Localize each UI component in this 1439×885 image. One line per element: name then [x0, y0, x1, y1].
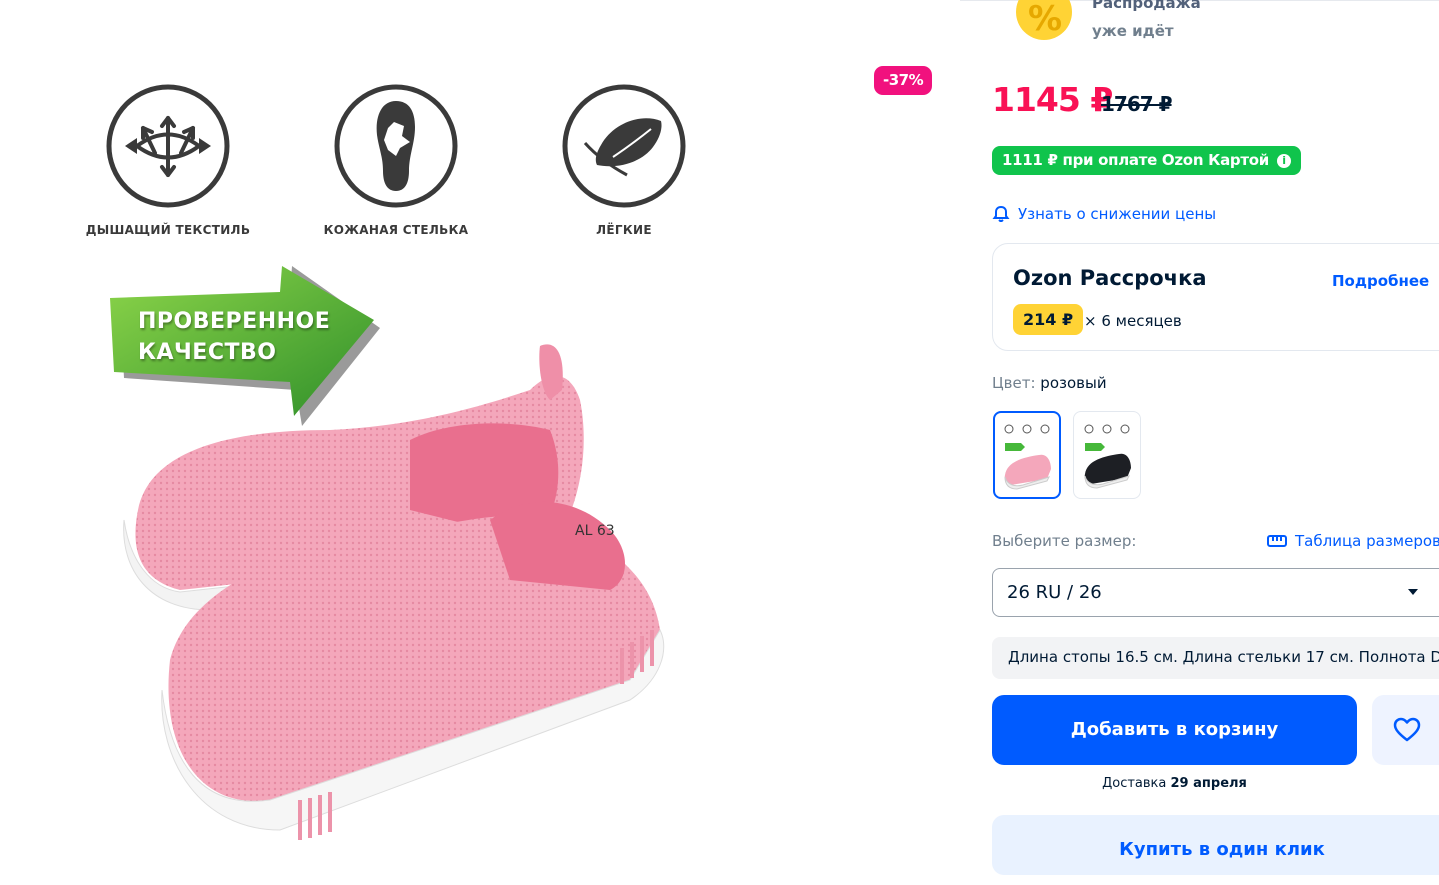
- favorite-button[interactable]: [1372, 695, 1439, 765]
- color-option-pink[interactable]: [993, 411, 1061, 499]
- shoe-print-text: AL 63: [575, 523, 615, 539]
- insole-icon: [334, 84, 458, 208]
- size-info-box: Длина стопы 16.5 см. Длина стельки 17 см…: [992, 637, 1439, 679]
- ozon-card-price-badge[interactable]: 1111 ₽ при оплате Ozon Картой i: [992, 146, 1301, 175]
- delivery-date: 29 апреля: [1170, 776, 1247, 791]
- ruler-icon: [1267, 535, 1287, 547]
- feature-leather-insole: КОЖАНАЯ СТЕЛЬКА: [311, 83, 481, 237]
- installment-title: Ozon Рассрочка: [1013, 266, 1207, 290]
- delivery-prefix: Доставка: [1102, 776, 1167, 791]
- price-drop-label: Узнать о снижении цены: [1018, 205, 1217, 223]
- feature-lightweight: ЛЁГКИЕ: [539, 83, 709, 237]
- installment-monthly-badge: 214 ₽: [1013, 304, 1084, 335]
- color-value: розовый: [1040, 374, 1107, 392]
- ozon-card-price-text: 1111 ₽ при оплате Ozon Картой: [1002, 151, 1269, 169]
- svg-text:%: %: [1028, 0, 1062, 39]
- size-table-label: Таблица размеров: [1295, 532, 1439, 550]
- chevron-down-icon: [1408, 589, 1418, 595]
- color-option-black[interactable]: [1073, 411, 1141, 499]
- delivery-info: Доставка 29 апреля: [992, 776, 1357, 791]
- color-label: Цвет: розовый: [992, 374, 1107, 392]
- size-label: Выберите размер:: [992, 532, 1137, 550]
- price-drop-link[interactable]: Узнать о снижении цены: [992, 205, 1216, 223]
- info-icon[interactable]: i: [1276, 153, 1291, 168]
- installment-more-link[interactable]: Подробнее: [1332, 272, 1429, 290]
- buy-one-click-button[interactable]: Купить в один клик: [992, 815, 1439, 875]
- old-price: 1767 ₽: [1101, 92, 1173, 116]
- pink-shoe-thumbnail: [1004, 424, 1051, 490]
- add-to-cart-button[interactable]: Добавить в корзину: [992, 695, 1357, 765]
- feature-label: КОЖАНАЯ СТЕЛЬКА: [323, 223, 469, 237]
- size-select[interactable]: 26 RU / 26: [992, 568, 1439, 617]
- feature-label: ДЫШАЩИЙ ТЕКСТИЛЬ: [85, 223, 251, 237]
- size-table-link[interactable]: Таблица размеров: [1267, 532, 1439, 550]
- current-price: 1145 ₽: [992, 80, 1113, 119]
- feature-label: ЛЁГКИЕ: [596, 223, 652, 237]
- size-info-text: Длина стопы 16.5 см. Длина стельки 17 см…: [1008, 648, 1439, 666]
- sale-percent-icon: %: [1016, 0, 1072, 40]
- product-shoe-image: AL 63: [123, 344, 665, 840]
- sale-banner-title[interactable]: Распродажа: [1092, 0, 1201, 12]
- installment-months: × 6 месяцев: [1084, 312, 1182, 330]
- feature-breathable: ДЫШАЩИЙ ТЕКСТИЛЬ: [83, 83, 253, 237]
- product-gallery[interactable]: ДЫШАЩИЙ ТЕКСТИЛЬ КОЖАНАЯ СТЕЛЬКА ЛЁГКИЕ: [0, 0, 960, 863]
- bell-icon: [992, 205, 1010, 222]
- sale-banner-subtitle[interactable]: уже идёт: [1092, 22, 1174, 40]
- discount-badge: -37%: [874, 66, 933, 95]
- black-shoe-thumbnail: [1084, 424, 1131, 489]
- arrows-fabric-icon: [106, 84, 230, 208]
- size-select-value: 26 RU / 26: [1007, 582, 1102, 603]
- heart-icon: [1393, 717, 1421, 742]
- feather-icon: [562, 84, 686, 208]
- color-label-prefix: Цвет:: [992, 374, 1036, 392]
- installment-card[interactable]: Ozon Рассрочка Подробнее 214 ₽ × 6 месяц…: [992, 243, 1439, 351]
